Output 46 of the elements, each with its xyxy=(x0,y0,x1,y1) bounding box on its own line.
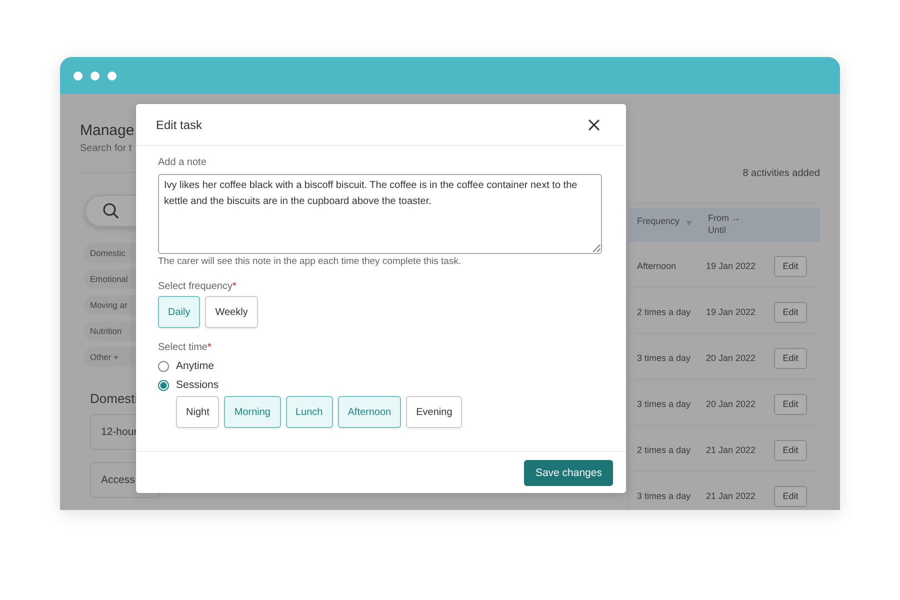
field-label: Add a note xyxy=(158,157,208,168)
edit-button[interactable]: Edit xyxy=(774,394,807,414)
session-option[interactable]: Morning xyxy=(224,396,280,428)
close-icon[interactable] xyxy=(588,118,600,130)
table-cell-text: 21 Jan 2022 xyxy=(706,445,757,455)
edit-button[interactable]: Edit xyxy=(774,256,807,276)
page-subtitle: Search for t xyxy=(80,143,132,154)
field-label: Select time xyxy=(158,342,208,353)
session-option[interactable]: Afternoon xyxy=(338,396,402,428)
search-icon xyxy=(102,202,120,220)
table-cell-text: 2 times a day xyxy=(637,445,692,455)
edit-button[interactable]: Edit xyxy=(774,440,807,460)
column-header: Frequency xyxy=(637,215,680,227)
frequency-option[interactable]: Daily xyxy=(158,296,200,328)
dialog-title: Edit task xyxy=(156,118,202,132)
activity-count: 8 activities added xyxy=(742,168,820,179)
table-cell-text: 20 Jan 2022 xyxy=(706,399,757,409)
table-cell-text: Afternoon xyxy=(637,261,678,271)
table-cell-text: 3 times a day xyxy=(637,353,692,363)
required-mark: * xyxy=(232,281,236,292)
table-cell-text: 2 times a day xyxy=(637,307,692,317)
save-button[interactable]: Save changes xyxy=(524,460,613,486)
window-dots-icon xyxy=(73,70,117,80)
radio-button[interactable] xyxy=(158,380,169,390)
field-hint: The carer will see this note in the app each time they complete this task. xyxy=(158,256,462,267)
session-option[interactable]: Evening xyxy=(406,396,462,428)
radio-label: Sessions xyxy=(176,379,219,391)
page-title: Manage xyxy=(80,122,134,139)
session-option[interactable]: Night xyxy=(176,396,220,428)
column-header: From → Until xyxy=(708,212,740,236)
required-mark: * xyxy=(207,342,212,353)
table-cell-text: 19 Jan 2022 xyxy=(706,307,757,317)
edit-button[interactable]: Edit xyxy=(774,302,807,322)
radio-button[interactable] xyxy=(158,360,169,372)
radio-label: Anytime xyxy=(176,360,214,372)
field-label: Select frequency xyxy=(158,281,232,292)
table-cell-text: 3 times a day xyxy=(637,399,692,409)
table-cell-text: 21 Jan 2022 xyxy=(706,491,757,501)
edit-button[interactable]: Edit xyxy=(774,348,807,368)
edit-button[interactable]: Edit xyxy=(774,486,807,506)
table-cell-text: 20 Jan 2022 xyxy=(706,353,757,363)
frequency-option[interactable]: Weekly xyxy=(205,296,258,328)
table-cell-text: 3 times a day xyxy=(637,491,692,501)
table-cell-text: 19 Jan 2022 xyxy=(706,261,757,271)
note-field[interactable]: Ivy likes her coffee black with a biscoff biscuit. The coffee is in the coffee container next to the kettle and the biscuits are in the cupboard above the toaster. xyxy=(158,174,602,254)
session-option[interactable]: Lunch xyxy=(286,396,333,428)
